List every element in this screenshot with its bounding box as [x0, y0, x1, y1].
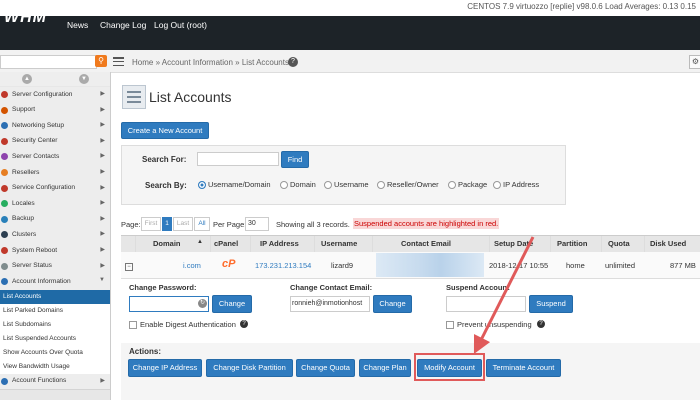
arrow-line — [473, 236, 535, 355]
annotation-arrow — [473, 236, 535, 355]
